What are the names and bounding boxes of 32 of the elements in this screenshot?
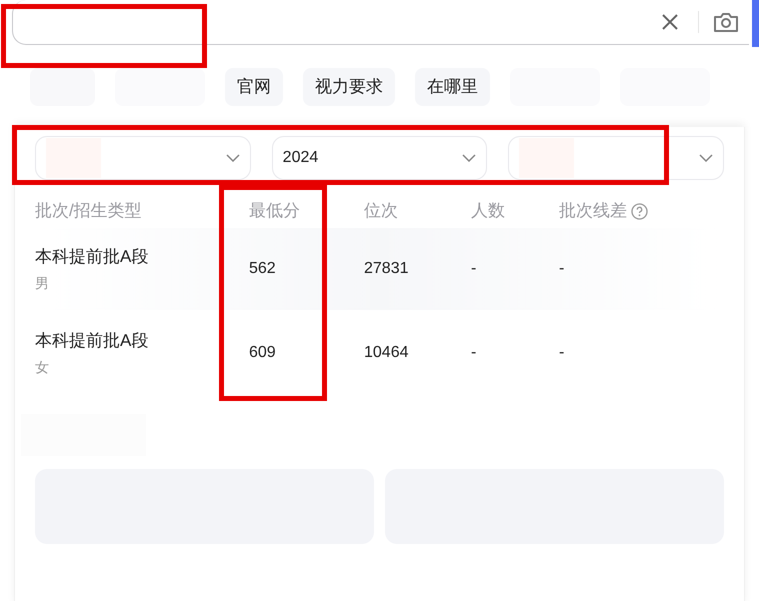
table-cell: -: [471, 344, 476, 361]
batch-name: 本科提前批A段: [35, 246, 150, 268]
table-cell: 609: [249, 344, 276, 361]
table-cell: -: [559, 260, 564, 277]
scroll-indicator: [752, 0, 759, 47]
table-cell: -: [559, 344, 564, 361]
gender-label: 女: [35, 358, 50, 378]
dropdown-value: 2024: [282, 148, 318, 168]
chevron-down-icon: [462, 154, 476, 162]
dropdown[interactable]: [508, 136, 724, 180]
table-cell: 10464: [364, 344, 408, 361]
table-cell: 27831: [364, 260, 408, 277]
blurred-chip[interactable]: [30, 68, 95, 106]
dropdown[interactable]: 2024: [272, 136, 488, 180]
suggestion-chip[interactable]: 官网: [225, 68, 283, 106]
column-header: 最低分: [249, 200, 300, 222]
chevron-down-icon: [699, 154, 714, 162]
table-cell: -: [471, 260, 476, 277]
chevron-down-icon: [226, 154, 240, 162]
column-header: 批次/招生类型: [35, 200, 142, 222]
gender-label: 男: [35, 274, 50, 294]
blurred-chip[interactable]: [115, 68, 205, 106]
help-icon[interactable]: [631, 202, 648, 220]
suggestion-chip[interactable]: 视力要求: [303, 68, 395, 106]
camera-icon[interactable]: [713, 11, 739, 33]
table-cell: 562: [249, 260, 276, 277]
batch-name: 本科提前批A段: [35, 330, 150, 352]
close-icon[interactable]: [660, 12, 680, 32]
column-header: 批次线差: [559, 200, 627, 222]
suggestion-chip[interactable]: 在哪里: [415, 68, 490, 106]
column-header: 人数: [471, 200, 505, 222]
column-header: 位次: [364, 200, 398, 222]
